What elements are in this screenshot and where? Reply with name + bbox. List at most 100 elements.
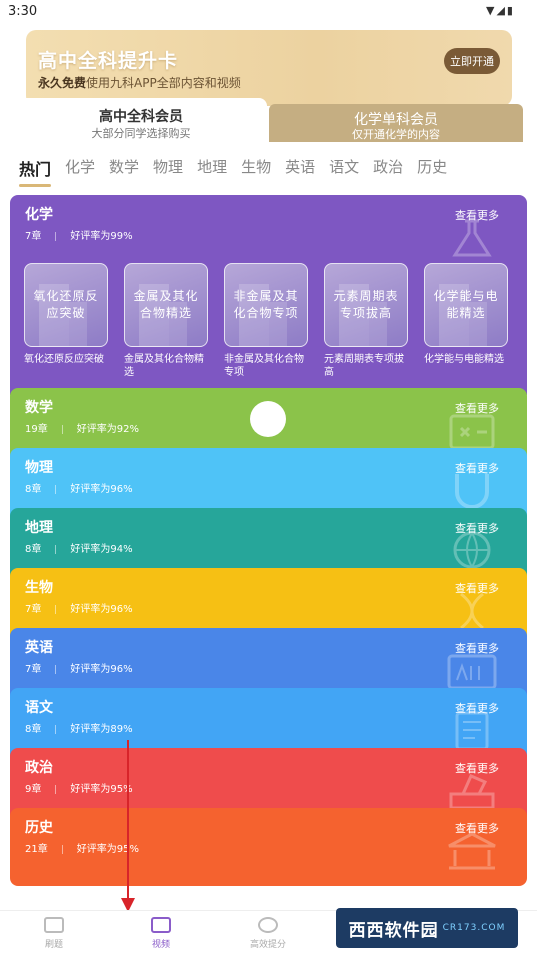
card-meta: 8章 好评率为96%	[25, 480, 133, 495]
card-meta: 9章 好评率为95%	[25, 780, 133, 795]
card-subject-name: 语文	[25, 700, 53, 716]
card-subject-name: 化学	[25, 207, 53, 223]
banner-description: 永久免费使用九科APP全部内容和视频	[38, 74, 241, 91]
subject-tab-biology[interactable]: 生物	[241, 156, 271, 182]
card-rating: 好评率为95%	[70, 784, 133, 795]
activate-button[interactable]: 立即开通	[444, 48, 500, 74]
subject-card-chemistry[interactable]: 化学 7章 好评率为99% 查看更多 氧化还原反应突破 氧化还原反应突破 金属及其…	[10, 195, 527, 395]
card-meta: 8章 好评率为94%	[25, 540, 133, 555]
printer-icon	[44, 917, 64, 933]
card-rating: 好评率为96%	[70, 484, 133, 495]
subject-tab-math[interactable]: 数学	[109, 156, 139, 182]
card-subject-name: 政治	[25, 760, 53, 776]
subject-filter-bar: 热门 化学 数学 物理 地理 生物 英语 语文 政治 历史	[19, 156, 461, 187]
book-item[interactable]: 非金属及其化合物专项 非金属及其化合物专项	[224, 263, 308, 379]
card-meta: 21章 好评率为95%	[25, 840, 139, 855]
subject-tab-english[interactable]: 英语	[285, 156, 315, 182]
card-subject-name: 物理	[25, 460, 53, 476]
banner-desc-text: 使用九科APP全部内容和视频	[86, 76, 241, 90]
card-chapters: 7章	[25, 664, 42, 675]
book-cover-text: 氧化还原反应突破	[33, 289, 99, 320]
book-cover-text: 元素周期表专项拔高	[333, 289, 399, 320]
card-meta: 19章 好评率为92%	[25, 420, 139, 435]
card-meta: 8章 好评率为89%	[25, 720, 133, 735]
card-rating: 好评率为95%	[76, 844, 139, 855]
card-chapters: 8章	[25, 724, 42, 735]
book-name: 化学能与电能精选	[424, 354, 504, 365]
tab-subtitle: 大部分同学选择购买	[91, 127, 191, 140]
subject-tab-geography[interactable]: 地理	[197, 156, 227, 182]
card-chapters: 19章	[25, 424, 48, 435]
nav-label: 视频	[151, 940, 170, 950]
promo-banner[interactable]: 高中全科提升卡 永久免费使用九科APP全部内容和视频 立即开通	[26, 30, 512, 106]
book-item[interactable]: 化学能与电能精选 化学能与电能精选	[424, 263, 508, 366]
dna-icon	[460, 592, 484, 630]
subject-tab-physics[interactable]: 物理	[153, 156, 183, 182]
calculator-icon	[449, 414, 495, 450]
nav-label: 高效提分	[249, 940, 286, 950]
book-item[interactable]: 氧化还原反应突破 氧化还原反应突破	[24, 263, 108, 366]
book-cover-text: 化学能与电能精选	[433, 289, 499, 320]
subject-card-history[interactable]: 历史 21章 好评率为95% 查看更多	[10, 808, 527, 886]
status-bar: 3:30 ▼◢▮	[0, 0, 537, 24]
card-chapters: 8章	[25, 484, 42, 495]
video-icon	[151, 917, 171, 933]
chemistry-book-list: 氧化还原反应突破 氧化还原反应突破 金属及其化合物精选 金属及其化合物精选 非金…	[24, 263, 527, 383]
book-name: 非金属及其化合物专项	[224, 354, 304, 378]
globe-icon	[453, 531, 491, 569]
temple-icon	[448, 832, 496, 870]
card-rating: 好评率为92%	[76, 424, 139, 435]
nav-boost[interactable]: 高效提分	[228, 917, 308, 950]
book-cover: 非金属及其化合物专项	[224, 263, 308, 347]
flask-icon	[452, 219, 492, 257]
book-cover: 氧化还原反应突破	[24, 263, 108, 347]
subject-tab-politics[interactable]: 政治	[373, 156, 403, 182]
book-item[interactable]: 元素周期表专项拔高 元素周期表专项拔高	[324, 263, 408, 379]
card-rating: 好评率为96%	[70, 664, 133, 675]
card-subject-name: 历史	[25, 820, 53, 836]
card-subject-name: 英语	[25, 640, 53, 656]
document-icon	[455, 711, 489, 751]
card-rating: 好评率为94%	[70, 544, 133, 555]
status-time: 3:30	[8, 4, 38, 19]
card-rating: 好评率为96%	[70, 604, 133, 615]
banner-desc-highlight: 永久免费	[38, 76, 87, 90]
card-chapters: 8章	[25, 544, 42, 555]
card-chapters: 7章	[25, 604, 42, 615]
book-cover-text: 金属及其化合物精选	[133, 289, 199, 320]
book-cover: 金属及其化合物精选	[124, 263, 208, 347]
nav-label: 刷题	[44, 940, 63, 950]
card-chapters: 21章	[25, 844, 48, 855]
book-name: 金属及其化合物精选	[124, 354, 204, 378]
status-icons: ▼◢▮	[486, 4, 515, 17]
tab-single-subject-membership[interactable]: 化学单科会员 仅开通化学的内容	[269, 104, 523, 142]
subject-tab-chemistry[interactable]: 化学	[65, 156, 95, 182]
card-meta: 7章 好评率为96%	[25, 660, 133, 675]
tab-all-subjects-membership[interactable]: 高中全科会员 大部分同学选择购买	[15, 98, 267, 144]
ballot-box-icon	[449, 774, 495, 810]
card-subject-name: 地理	[25, 520, 53, 536]
subject-tab-history[interactable]: 历史	[417, 156, 447, 182]
site-watermark: 西西软件园 CR173.COM	[336, 908, 518, 948]
subject-tab-hot[interactable]: 热门	[19, 156, 52, 187]
card-chapters: 9章	[25, 784, 42, 795]
book-name: 元素周期表专项拔高	[324, 354, 404, 378]
watermark-text: 西西软件园	[348, 920, 439, 941]
diamond-icon	[258, 917, 278, 933]
watermark-sub: CR173.COM	[442, 923, 506, 933]
card-subject-name: 数学	[25, 400, 53, 416]
card-rating: 好评率为89%	[70, 724, 133, 735]
card-rating: 好评率为99%	[70, 231, 133, 242]
magnet-icon	[455, 474, 489, 509]
card-chapters: 7章	[25, 231, 42, 242]
book-cover-text: 非金属及其化合物专项	[233, 289, 299, 320]
tab-title: 高中全科会员	[99, 109, 183, 125]
book-item[interactable]: 金属及其化合物精选 金属及其化合物精选	[124, 263, 208, 379]
tab-subtitle: 仅开通化学的内容	[352, 128, 440, 141]
nav-practice[interactable]: 刷题	[14, 917, 94, 950]
abc-board-icon	[447, 654, 497, 690]
book-cover: 化学能与电能精选	[424, 263, 508, 347]
nav-video[interactable]: 视频	[121, 917, 201, 950]
subject-tab-chinese[interactable]: 语文	[329, 156, 359, 182]
card-subject-name: 生物	[25, 580, 53, 596]
